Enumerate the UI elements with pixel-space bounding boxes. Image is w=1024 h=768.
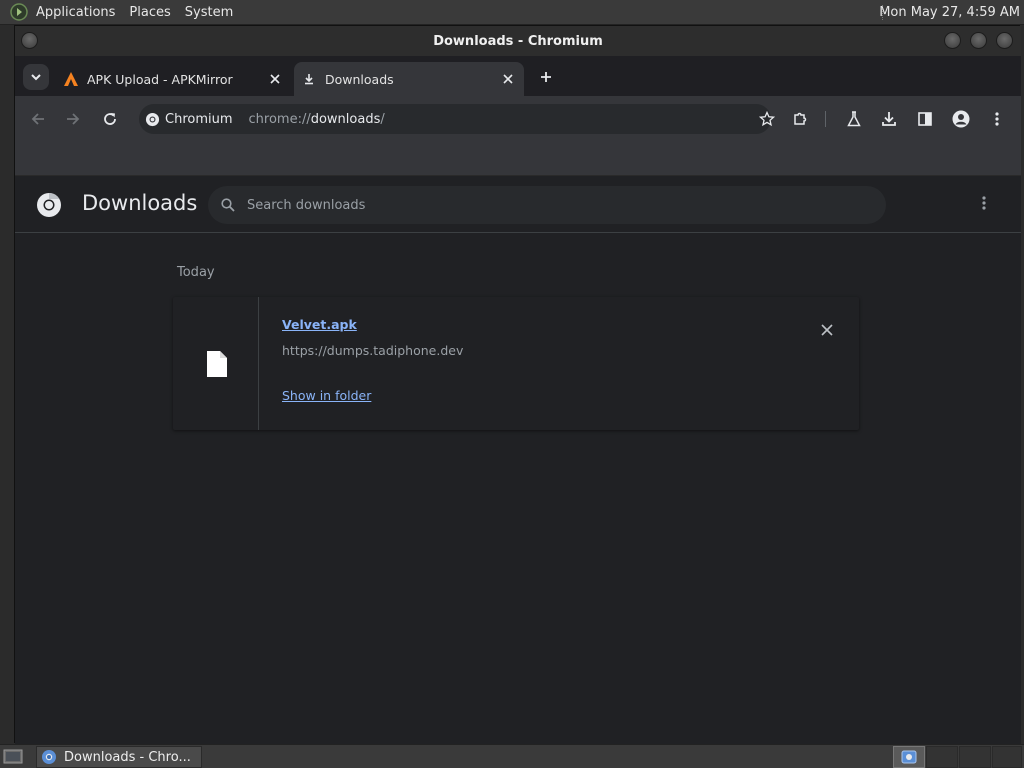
taskbar-item-downloads[interactable]: Downloads - Chro... bbox=[36, 746, 202, 768]
top-panel: Applications Places System Mon May 27, 4… bbox=[0, 0, 1024, 25]
menu-applications[interactable]: Applications bbox=[29, 0, 122, 25]
url-scheme: chrome:// bbox=[248, 111, 311, 127]
omnibox[interactable]: Chromium chrome://downloads/ bbox=[139, 104, 775, 134]
gnome-foot-icon[interactable] bbox=[9, 2, 29, 22]
plus-icon bbox=[540, 71, 552, 83]
tab-close-button[interactable] bbox=[498, 69, 518, 89]
tab-strip: APK Upload - APKMirror Downloads bbox=[15, 56, 1021, 122]
site-chip-label: Chromium bbox=[165, 111, 233, 127]
labs-flask-button[interactable] bbox=[842, 107, 866, 131]
search-input[interactable] bbox=[247, 197, 847, 213]
url-path: / bbox=[380, 111, 385, 127]
workspace-2[interactable] bbox=[926, 746, 958, 768]
download-item-card: Velvet.apk https://dumps.tadiphone.dev S… bbox=[173, 297, 859, 430]
bottom-taskbar: Downloads - Chro... bbox=[0, 744, 1024, 768]
chevron-down-icon bbox=[30, 71, 42, 83]
back-button[interactable] bbox=[26, 107, 50, 131]
close-icon bbox=[821, 324, 833, 336]
download-source-url: https://dumps.tadiphone.dev bbox=[282, 343, 464, 358]
tab-apk-upload[interactable]: APK Upload - APKMirror bbox=[55, 62, 291, 96]
downloads-page: Downloads Today Velvet.apk https://dumps… bbox=[15, 176, 1021, 744]
profile-avatar-button[interactable] bbox=[949, 107, 973, 131]
browser-toolbar: Chromium chrome://downloads/ bbox=[15, 96, 1021, 141]
tab-downloads[interactable]: Downloads bbox=[294, 62, 524, 96]
date-group-label: Today bbox=[177, 265, 215, 280]
close-window-button[interactable] bbox=[996, 32, 1013, 49]
apkmirror-icon bbox=[63, 71, 79, 87]
omnibox-url[interactable]: chrome://downloads/ bbox=[249, 112, 385, 127]
show-desktop-icon[interactable] bbox=[3, 748, 23, 766]
tab-close-button[interactable] bbox=[265, 69, 285, 89]
search-downloads-box[interactable] bbox=[208, 186, 886, 224]
tab-search-button[interactable] bbox=[23, 64, 49, 90]
file-icon bbox=[206, 350, 228, 378]
chromium-logo-icon bbox=[41, 749, 57, 765]
chromium-window: Downloads - Chromium APK Upload - APKMir… bbox=[14, 25, 1021, 744]
search-icon bbox=[221, 198, 235, 212]
panel-clock[interactable]: Mon May 27, 4:59 AM bbox=[879, 0, 1020, 25]
page-header: Downloads bbox=[15, 176, 1021, 233]
file-icon-column bbox=[173, 297, 259, 430]
download-icon bbox=[303, 73, 315, 85]
close-icon bbox=[503, 74, 513, 84]
site-info-chip[interactable]: Chromium bbox=[145, 112, 243, 127]
workspace-3[interactable] bbox=[959, 746, 991, 768]
maximize-button[interactable] bbox=[970, 32, 987, 49]
workspace-1[interactable] bbox=[893, 746, 925, 768]
tab-title: Downloads bbox=[325, 71, 394, 87]
tab-title: APK Upload - APKMirror bbox=[87, 71, 233, 87]
extensions-button[interactable] bbox=[788, 107, 812, 131]
download-file-name-link[interactable]: Velvet.apk bbox=[282, 317, 357, 332]
side-panel-button[interactable] bbox=[913, 107, 937, 131]
bookmark-star-button[interactable] bbox=[759, 111, 775, 127]
page-more-menu-button[interactable] bbox=[982, 196, 986, 210]
workspace-4[interactable] bbox=[992, 746, 1022, 768]
new-tab-button[interactable] bbox=[535, 66, 557, 88]
reload-button[interactable] bbox=[98, 107, 122, 131]
menu-system[interactable]: System bbox=[178, 0, 240, 25]
url-host: downloads bbox=[310, 111, 381, 127]
close-icon bbox=[270, 74, 280, 84]
window-menu-button[interactable] bbox=[21, 32, 38, 49]
chrome-logo-icon bbox=[36, 192, 62, 218]
menu-places[interactable]: Places bbox=[122, 0, 177, 25]
bookmarks-bar bbox=[15, 141, 1021, 176]
show-in-folder-link[interactable]: Show in folder bbox=[282, 388, 371, 403]
remove-download-button[interactable] bbox=[817, 320, 837, 340]
minimize-button[interactable] bbox=[944, 32, 961, 49]
toolbar-divider bbox=[825, 111, 826, 127]
window-titlebar[interactable]: Downloads - Chromium bbox=[15, 26, 1021, 56]
taskbar-item-label: Downloads - Chro... bbox=[64, 749, 191, 765]
browser-menu-button[interactable] bbox=[985, 107, 1009, 131]
downloads-toolbar-button[interactable] bbox=[877, 107, 901, 131]
chromium-logo-icon bbox=[145, 112, 160, 127]
page-title: Downloads bbox=[82, 191, 198, 215]
window-title: Downloads - Chromium bbox=[433, 33, 603, 49]
forward-button[interactable] bbox=[61, 107, 85, 131]
